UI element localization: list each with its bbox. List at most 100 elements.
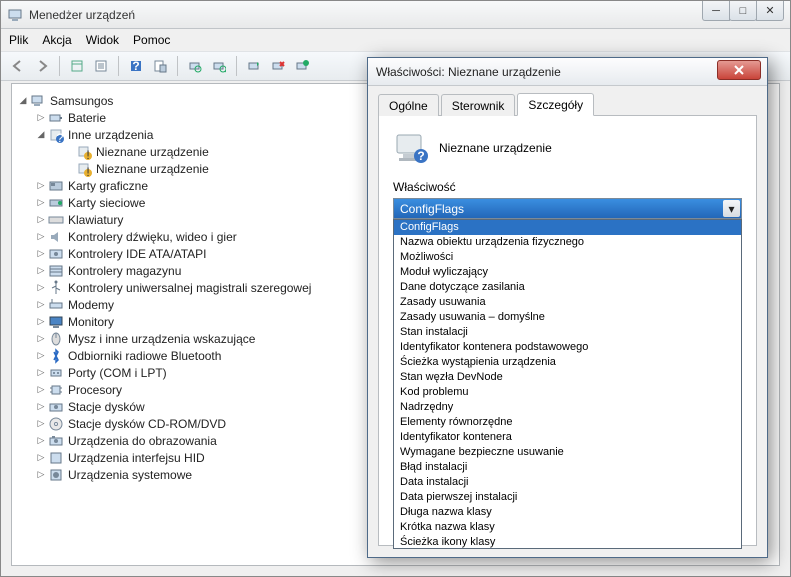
expand-icon[interactable]: ▷ [34,231,48,242]
svg-text:?: ? [132,59,139,73]
tab-general[interactable]: Ogólne [378,94,439,116]
menu-help[interactable]: Pomoc [133,33,170,47]
svg-text:?: ? [417,149,424,163]
property-combobox[interactable]: ConfigFlags ▾ ConfigFlagsNazwa obiektu u… [393,198,742,219]
expand-icon[interactable]: ▷ [34,265,48,276]
dropdown-item[interactable]: Nazwa obiektu urządzenia fizycznego [394,235,741,250]
property-dropdown-list[interactable]: ConfigFlagsNazwa obiektu urządzenia fizy… [393,219,742,549]
dropdown-item[interactable]: Stan instalacji [394,325,741,340]
dropdown-item[interactable]: Data pierwszej instalacji [394,490,741,505]
expand-icon[interactable]: ▷ [34,418,48,429]
tab-details[interactable]: Szczegóły [517,93,594,116]
dropdown-item[interactable]: Zasady usuwania – domyślne [394,310,741,325]
expand-icon[interactable]: ▷ [34,248,48,259]
window-title: Menedżer urządzeń [29,8,784,22]
dialog-close-button[interactable] [717,60,761,80]
expand-icon[interactable]: ▷ [34,112,48,123]
menu-file[interactable]: Plik [9,33,28,47]
device-icon: ? [393,130,429,166]
titlebar[interactable]: Menedżer urządzeń ─ □ ✕ [1,1,790,29]
tree-item-label: Procesory [68,383,122,397]
dropdown-item[interactable]: Zasady usuwania [394,295,741,310]
tree-item-label: Kontrolery magazynu [68,264,181,278]
scan-hardware-button[interactable] [184,55,206,77]
forward-button[interactable] [31,55,53,77]
show-hide-tree-button[interactable] [66,55,88,77]
expand-icon[interactable]: ▷ [34,316,48,327]
help-button[interactable]: ? [125,55,147,77]
menu-action[interactable]: Akcja [42,33,71,47]
tree-item-label: Baterie [68,111,106,125]
tree-item-label: Odbiorniki radiowe Bluetooth [68,349,221,363]
dropdown-item[interactable]: ConfigFlags [394,220,741,235]
tree-item-label: Samsungos [50,94,113,108]
expand-icon[interactable]: ▷ [34,214,48,225]
dialog-title: Właściwości: Nieznane urządzenie [376,65,561,79]
dropdown-item[interactable]: Długa nazwa klasy [394,505,741,520]
tree-item-label: Mysz i inne urządzenia wskazujące [68,332,255,346]
tree-item-label: Kontrolery IDE ATA/ATAPI [68,247,207,261]
expand-icon[interactable]: ▷ [34,197,48,208]
tree-item-label: Karty sieciowe [68,196,145,210]
menu-view[interactable]: Widok [86,33,119,47]
tree-item-label: Klawiatury [68,213,123,227]
tree-item-label: Kontrolery dźwięku, wideo i gier [68,230,237,244]
dropdown-item[interactable]: Ścieżka ikony klasy [394,535,741,549]
svg-text:!: ! [86,165,89,177]
expand-icon[interactable]: ▷ [34,401,48,412]
dropdown-item[interactable]: Dane dotyczące zasilania [394,280,741,295]
add-legacy-button[interactable] [208,55,230,77]
action-button[interactable] [149,55,171,77]
tab-strip: Ogólne Sterownik Szczegóły [378,92,757,116]
dropdown-item[interactable]: Identyfikator kontenera podstawowego [394,340,741,355]
expand-icon[interactable]: ▷ [34,350,48,361]
properties-button[interactable] [90,55,112,77]
property-label: Właściwość [393,180,742,194]
expand-icon[interactable]: ▷ [34,435,48,446]
device-name-label: Nieznane urządzenie [439,141,552,155]
update-driver-button[interactable] [243,55,265,77]
uninstall-button[interactable] [267,55,289,77]
svg-text:!: ! [86,148,89,160]
minimize-button[interactable]: ─ [702,1,730,21]
back-button[interactable] [7,55,29,77]
tree-item-label: Nieznane urządzenie [96,145,209,159]
tree-item-label: Porty (COM i LPT) [68,366,167,380]
chevron-down-icon[interactable]: ▾ [723,200,740,217]
dropdown-item[interactable]: Ścieżka wystąpienia urządzenia [394,355,741,370]
dropdown-item[interactable]: Moduł wyliczający [394,265,741,280]
dropdown-item[interactable]: Kod problemu [394,385,741,400]
close-button[interactable]: ✕ [756,1,784,21]
tree-item-label: Urządzenia do obrazowania [68,434,217,448]
dropdown-item[interactable]: Data instalacji [394,475,741,490]
dropdown-item[interactable]: Stan węzła DevNode [394,370,741,385]
dropdown-item[interactable]: Identyfikator kontenera [394,430,741,445]
tree-item-label: Urządzenia systemowe [68,468,192,482]
dialog-titlebar[interactable]: Właściwości: Nieznane urządzenie [368,58,767,86]
disable-button[interactable] [291,55,313,77]
tab-driver[interactable]: Sterownik [441,94,516,116]
expand-icon[interactable]: ▷ [34,180,48,191]
expand-icon[interactable]: ◢ [16,95,30,106]
combobox-selected[interactable]: ConfigFlags [393,198,742,219]
tree-item-label: Stacje dysków [68,400,145,414]
tree-item-label: Nieznane urządzenie [96,162,209,176]
dropdown-item[interactable]: Nadrzędny [394,400,741,415]
expand-icon[interactable]: ▷ [34,384,48,395]
expand-icon[interactable]: ▷ [34,333,48,344]
expand-icon[interactable]: ◢ [34,129,48,140]
dropdown-item[interactable]: Krótka nazwa klasy [394,520,741,535]
dropdown-item[interactable]: Elementy równorzędne [394,415,741,430]
expand-icon[interactable]: ▷ [34,469,48,480]
tree-item-label: Monitory [68,315,114,329]
details-panel: ? Nieznane urządzenie Właściwość ConfigF… [378,116,757,546]
maximize-button[interactable]: □ [729,1,757,21]
expand-icon[interactable]: ▷ [34,282,48,293]
dropdown-item[interactable]: Błąd instalacji [394,460,741,475]
dropdown-item[interactable]: Wymagane bezpieczne usuwanie [394,445,741,460]
dropdown-item[interactable]: Możliwości [394,250,741,265]
expand-icon[interactable]: ▷ [34,452,48,463]
tree-item-label: Stacje dysków CD-ROM/DVD [68,417,226,431]
expand-icon[interactable]: ▷ [34,367,48,378]
expand-icon[interactable]: ▷ [34,299,48,310]
